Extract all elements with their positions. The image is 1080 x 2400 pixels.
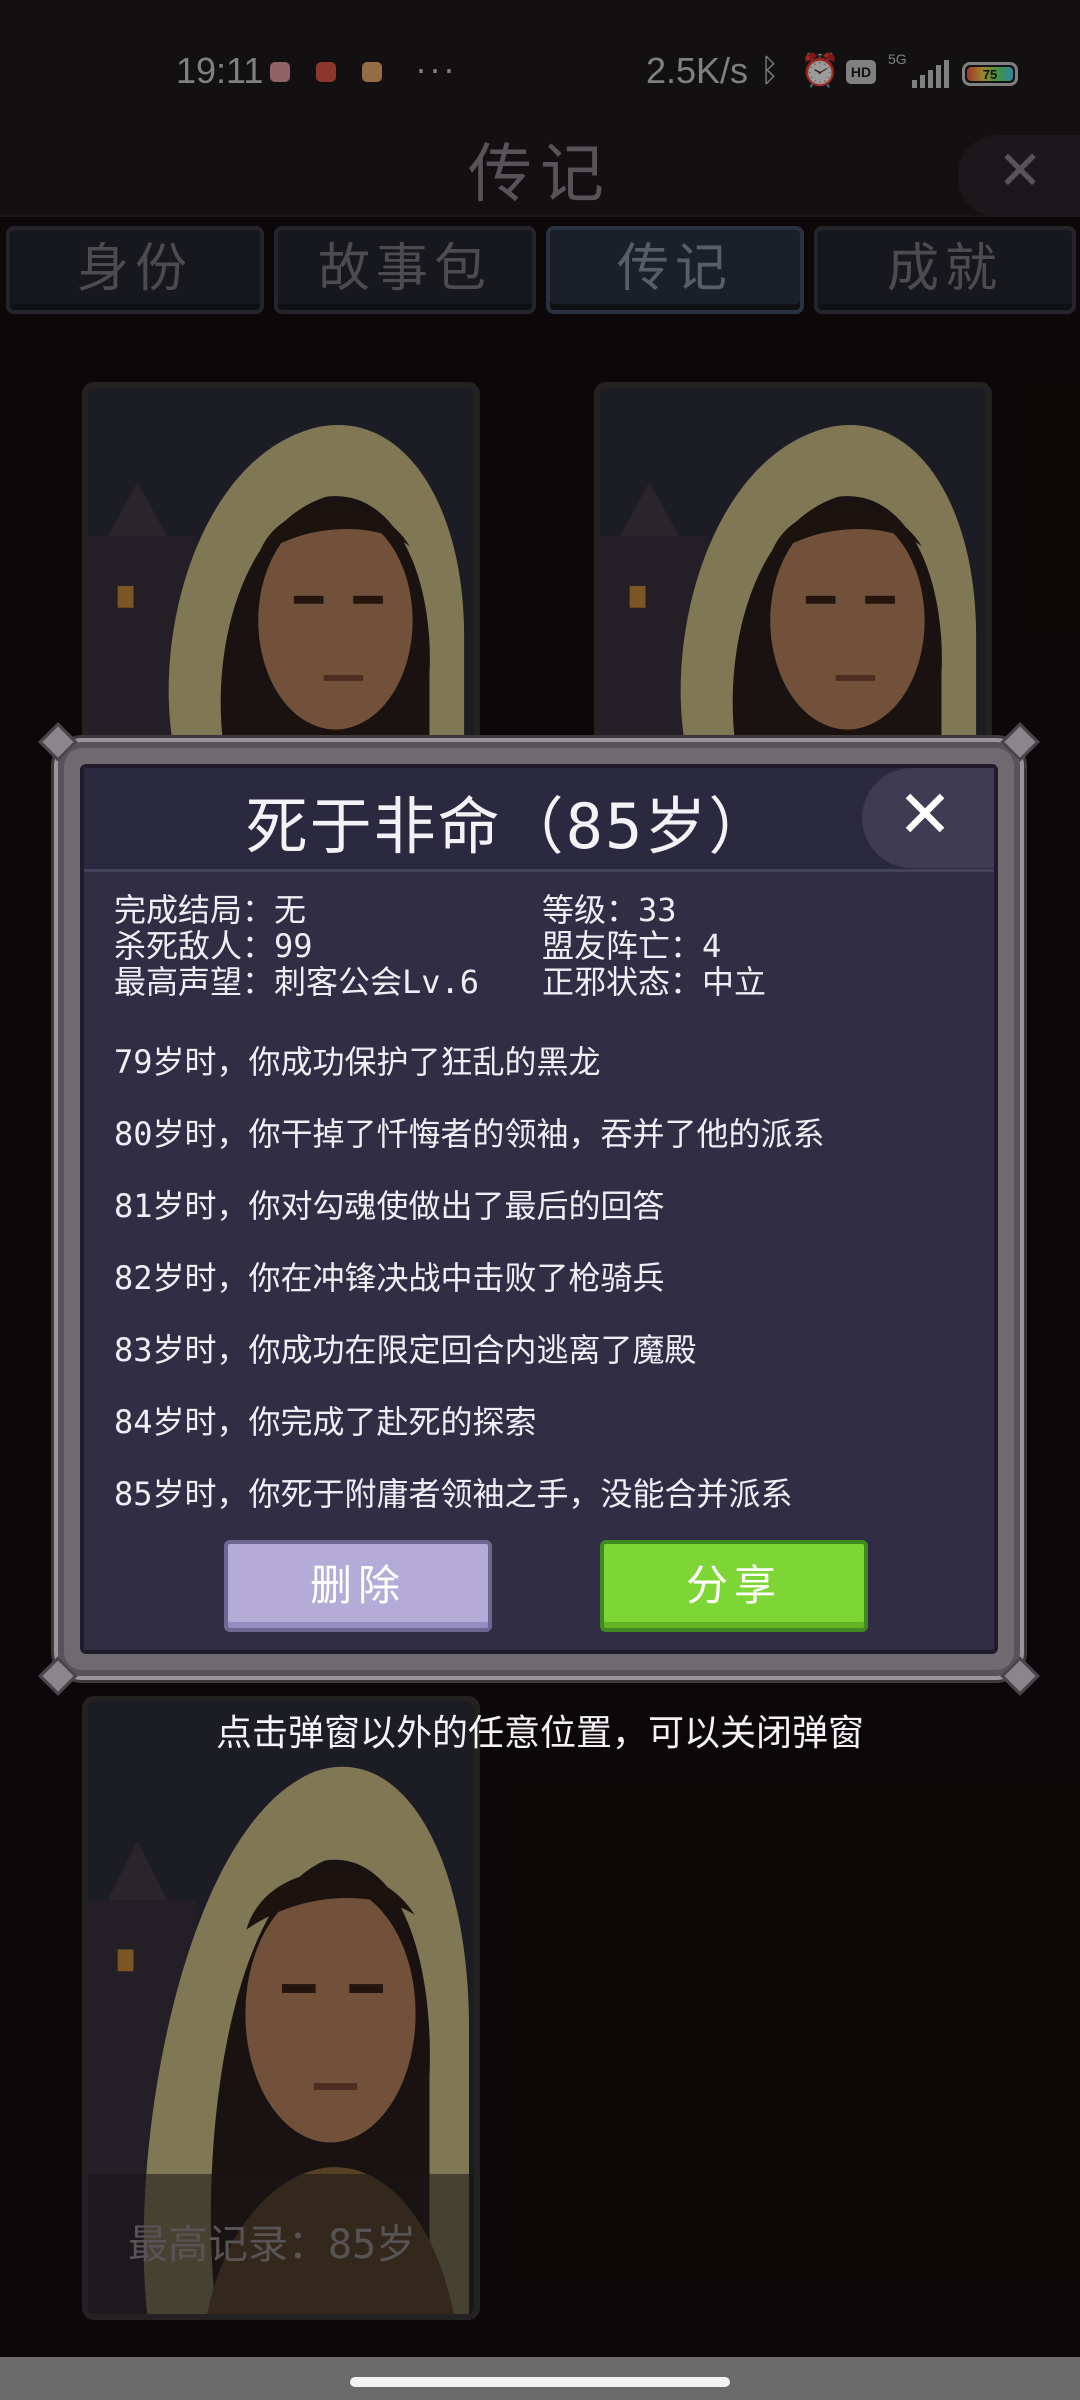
- life-event: 81岁时，你对勾魂使做出了最后的回答: [114, 1187, 665, 1225]
- stat-ending: 完成结局：无: [114, 891, 307, 929]
- modal-header: 死于非命（85岁） ✕: [84, 768, 994, 872]
- stat-kills: 杀死敌人：99: [114, 927, 313, 965]
- life-event: 80岁时，你干掉了忏悔者的领袖，吞并了他的派系: [114, 1115, 825, 1153]
- life-events-list: 79岁时，你成功保护了狂乱的黑龙 80岁时，你干掉了忏悔者的领袖，吞并了他的派系…: [114, 1026, 974, 1530]
- life-event: 82岁时，你在冲锋决战中击败了枪骑兵: [114, 1259, 665, 1297]
- stat-reputation: 最高声望：刺客公会Lv.6: [114, 963, 480, 1001]
- screen: 19:11 ··· 2.5K/s ᛒ ⏰ HD 5G 75 传记 ✕ 身份 故事…: [0, 0, 1080, 2400]
- life-event: 83岁时，你成功在限定回合内逃离了魔殿: [114, 1331, 697, 1369]
- navigation-bar: [0, 2357, 1080, 2400]
- modal-panel: 死于非命（85岁） ✕ 完成结局：无 等级：33 杀死敌人：99 盟友阵亡：4 …: [80, 764, 998, 1654]
- biography-detail-modal: 死于非命（85岁） ✕ 完成结局：无 等级：33 杀死敌人：99 盟友阵亡：4 …: [38, 722, 1040, 1696]
- close-hint-text: 点击弹窗以外的任意位置，可以关闭弹窗: [215, 1713, 864, 1754]
- stat-alignment: 正邪状态：中立: [542, 963, 767, 1001]
- life-event: 84岁时，你完成了赴死的探索: [114, 1403, 537, 1441]
- share-button[interactable]: 分享: [600, 1540, 868, 1632]
- home-gesture-handle[interactable]: [350, 2377, 730, 2387]
- stat-allies-dead: 盟友阵亡：4: [542, 927, 722, 965]
- life-event: 79岁时，你成功保护了狂乱的黑龙: [114, 1043, 601, 1081]
- delete-button[interactable]: 删除: [224, 1540, 492, 1632]
- close-icon[interactable]: ✕: [890, 780, 960, 850]
- stat-level: 等级：33: [542, 891, 677, 929]
- life-event: 85岁时，你死于附庸者领袖之手，没能合并派系: [114, 1475, 793, 1513]
- modal-title: 死于非命（85岁）: [245, 790, 773, 863]
